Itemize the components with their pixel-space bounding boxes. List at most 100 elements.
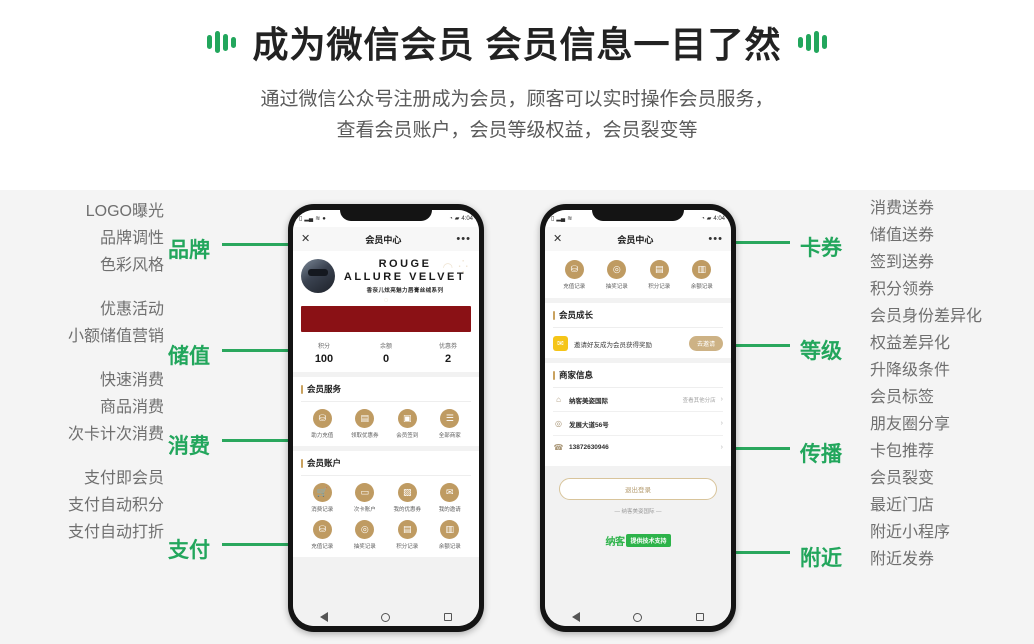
right-sub-label: 权益差异化	[870, 335, 951, 352]
left-sub-label: 小额储值营销	[67, 328, 164, 345]
section-bar-icon	[553, 370, 555, 380]
service-item[interactable]: ⛁ 助力充值	[301, 402, 344, 439]
right-sub-label: 附近小程序	[870, 524, 951, 541]
phone1-android-nav	[293, 608, 479, 626]
more-dots-icon[interactable]: •••	[708, 234, 723, 244]
service-label: 领取优惠券	[350, 433, 379, 439]
category-tag-pay: 支付	[168, 539, 210, 562]
account-item[interactable]: ▥ 余额记录	[429, 513, 472, 550]
section-title: 商家信息	[559, 370, 594, 380]
card-icon: ▭	[355, 483, 375, 502]
invite-button[interactable]: 去邀请	[688, 336, 723, 351]
merchant-row-phone[interactable]: ☎ 13872630946 ›	[553, 436, 723, 459]
membership-card: ROUGE ALLURE VELVET 香奈儿炫亮魅力唇膏丝绒系列 ◠ ⁛ ◌	[293, 251, 479, 337]
stat-coupons[interactable]: 优惠券 2	[417, 341, 479, 365]
close-icon[interactable]: ✕	[553, 233, 562, 245]
phone-mockup-1: ▯ ▂▄ ≋ ● ◔ ▰ 4:04 ✕ 会员中心 ••• ROUGE ALLUR…	[288, 204, 484, 632]
home-circle-icon[interactable]	[633, 612, 643, 622]
subtitle-line-1: 通过微信公众号注册成为会员，顾客可以实时操作会员服务，	[260, 89, 774, 110]
phone1-content[interactable]: ROUGE ALLURE VELVET 香奈儿炫亮魅力唇膏丝绒系列 ◠ ⁛ ◌ …	[293, 251, 479, 608]
category-tag-stored-value: 储值	[168, 345, 210, 368]
recents-square-icon[interactable]	[696, 613, 705, 621]
logout-button[interactable]: 退出登录	[559, 478, 717, 500]
close-icon[interactable]: ✕	[301, 233, 310, 245]
category-tag-spread: 传播	[800, 443, 842, 466]
connector-line-spread	[728, 447, 790, 450]
recents-square-icon[interactable]	[444, 613, 453, 621]
more-dots-icon[interactable]: •••	[456, 234, 471, 244]
account-item[interactable]: ▭ 次卡账户	[344, 476, 387, 513]
account-item[interactable]: ◎ 抽奖记录	[596, 253, 639, 290]
member-growth-block: 会员成长 ✉ 邀请好友成为会员获得奖励 去邀请	[545, 303, 731, 358]
merchant-address: 发展大道56号	[569, 421, 609, 429]
merchant-info-title: 商家信息	[553, 369, 723, 381]
stats-row: 积分 100 余额 0 优惠券 2	[293, 337, 479, 372]
account-label: 积分记录	[648, 284, 671, 290]
cart-icon: 🛒	[312, 483, 332, 502]
account-label: 我的邀请	[438, 507, 461, 513]
back-triangle-icon[interactable]	[571, 612, 580, 622]
phone2-top-grid-block: ⛁ 充值记录 ◎ 抽奖记录 ▤ 积分记录 ▥ 余额记录	[545, 251, 731, 298]
logout-area: 退出登录 — 纳客美姿国际 — 纳客 提供技术支持	[545, 466, 731, 548]
location-icon: ◎	[555, 419, 562, 428]
account-label: 充值记录	[311, 544, 334, 550]
account-item[interactable]: ▤ 积分记录	[386, 513, 429, 550]
home-circle-icon[interactable]	[381, 612, 391, 622]
points-icon: ▤	[397, 520, 417, 539]
phone2-nav-title: 会员中心	[617, 234, 654, 245]
left-sub-label: 色彩风格	[99, 257, 164, 274]
connector-line-nearby	[728, 551, 790, 554]
merchant-row-address[interactable]: ◎ 发展大道56号 ›	[553, 412, 723, 436]
right-sub-label: 会员身份差异化	[870, 308, 983, 325]
phone2-screen-body: ▯ ▂▄ ≋ ◔ ▰ 4:04 ✕ 会员中心 ••• ⛁ 充值记录 ◎ 抽奖记录…	[545, 210, 731, 626]
sim-icon: ▯	[299, 215, 303, 222]
wifi-icon: ≋	[567, 215, 573, 222]
stat-value: 2	[444, 353, 452, 365]
question-icon[interactable]: ◌	[301, 297, 471, 304]
account-item[interactable]: ⛁ 充值记录	[301, 513, 344, 550]
phone1-screen-body: ▯ ▂▄ ≋ ● ◔ ▰ 4:04 ✕ 会员中心 ••• ROUGE ALLUR…	[293, 210, 479, 626]
merchant-row-shop[interactable]: ⌂ 纳客美姿国际 查看其他分店 ›	[553, 388, 723, 412]
ticket-icon: ▨	[397, 483, 417, 502]
footer-logo-badge: 提供技术支持	[626, 534, 671, 547]
connector-line-level	[728, 344, 790, 347]
phone2-status-right-icons: ◔ ▰ 4:04	[701, 216, 725, 222]
page-title: 成为微信会员 会员信息一目了然	[252, 24, 782, 65]
envelope-icon: ✉	[553, 336, 568, 351]
account-label: 我的优惠券	[393, 507, 421, 513]
stat-points[interactable]: 积分 100	[293, 341, 355, 365]
clock-label: 4:04	[713, 215, 725, 222]
invite-friends-row[interactable]: ✉ 邀请好友成为会员获得奖励 去邀请	[553, 336, 723, 351]
footer-logo: 纳客 提供技术支持	[559, 533, 717, 548]
service-item[interactable]: ▣ 会员签到	[386, 402, 429, 439]
account-label: 积分记录	[396, 544, 419, 550]
phone1-status-right-icons: ◔ ▰ 4:04	[449, 216, 473, 222]
account-item[interactable]: ▤ 积分记录	[638, 253, 681, 290]
phone2-content[interactable]: ⛁ 充值记录 ◎ 抽奖记录 ▤ 积分记录 ▥ 余额记录 会员成长 ✉ 邀请好友成…	[545, 251, 731, 608]
account-item[interactable]: ✉ 我的邀请	[429, 476, 472, 513]
left-sub-label: 优惠活动	[99, 301, 164, 318]
service-item[interactable]: ☰ 全部商家	[429, 402, 472, 439]
member-services-grid: ⛁ 助力充值 ▤ 领取优惠券 ▣ 会员签到 ☰ 全部商家	[301, 402, 471, 439]
stat-balance[interactable]: 余额 0	[355, 341, 417, 365]
category-tag-level: 等级	[800, 340, 842, 363]
right-sub-label: 积分领券	[870, 281, 935, 298]
connector-line-brand	[222, 243, 294, 246]
account-item[interactable]: ◎ 抽奖记录	[344, 513, 387, 550]
account-item[interactable]: ▥ 余额记录	[681, 253, 724, 290]
sound-bars-icon	[207, 25, 237, 59]
brand-deco-icon: ◠ ⁛	[442, 260, 469, 274]
alarm-icon: ◔	[449, 215, 453, 222]
coupon-icon: ▤	[355, 409, 375, 428]
back-triangle-icon[interactable]	[319, 612, 328, 622]
service-item[interactable]: ▤ 领取优惠券	[344, 402, 387, 439]
checkin-icon: ▣	[397, 409, 417, 428]
wifi-icon: ≋	[315, 215, 321, 222]
merchant-branches-link[interactable]: 查看其他分店	[683, 396, 716, 404]
account-item[interactable]: 🛒 消费记录	[301, 476, 344, 513]
account-item[interactable]: ⛁ 充值记录	[553, 253, 596, 290]
left-label-column: LOGO曝光 品牌调性 色彩风格 优惠活动 小额储值营销 快速消费 商品消费 次…	[0, 198, 172, 546]
right-sub-label: 会员裂变	[870, 470, 935, 487]
account-item[interactable]: ▨ 我的优惠券	[386, 476, 429, 513]
signal-icon: ▂▄	[304, 215, 314, 222]
